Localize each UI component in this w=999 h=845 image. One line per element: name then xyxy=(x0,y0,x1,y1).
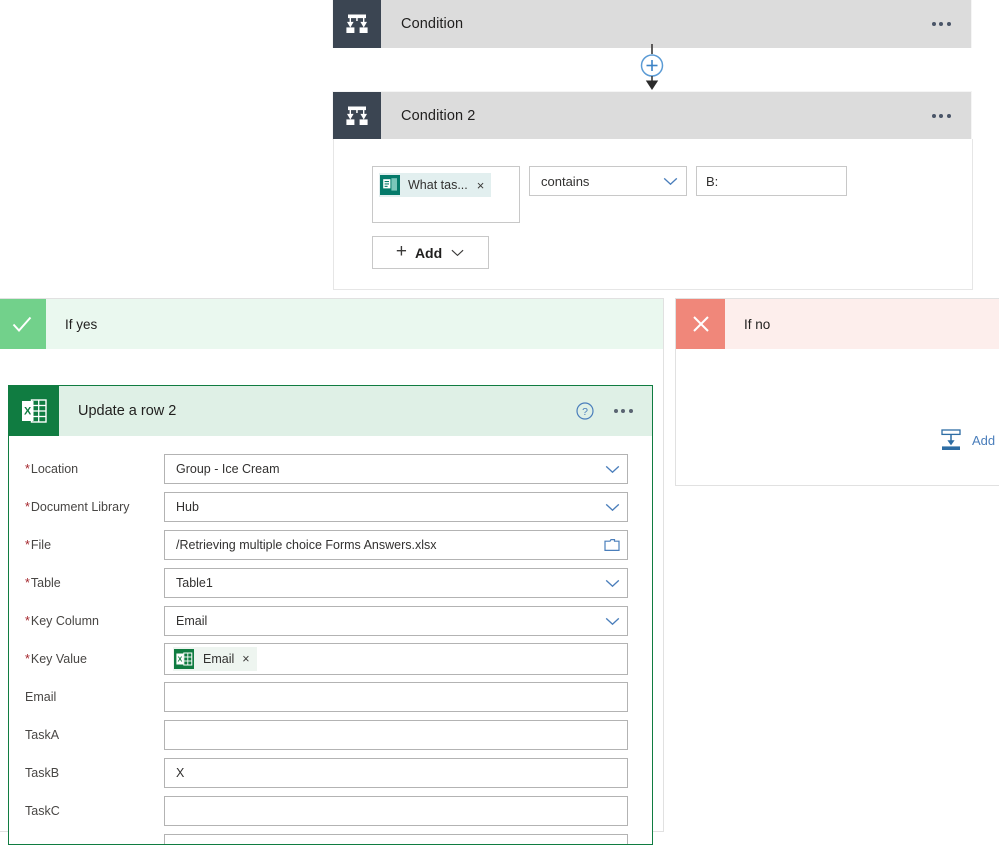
field-label-location: *Location xyxy=(25,462,79,476)
action-card-header[interactable]: X Update a row 2 ? xyxy=(9,386,652,436)
action-card-update-a-row[interactable]: X Update a row 2 ? *Location Group - Ice… xyxy=(8,385,653,845)
branch-if-yes-label: If yes xyxy=(65,316,98,332)
field-input-key-value[interactable]: X Email × xyxy=(164,643,628,675)
field-input-taskc[interactable] xyxy=(164,796,628,826)
field-row-key-value: *Key Value X Email × xyxy=(9,640,652,678)
field-input-taskb[interactable]: X xyxy=(164,758,628,788)
field-input-location[interactable]: Group - Ice Cream xyxy=(164,454,628,484)
field-label-document-library: *Document Library xyxy=(25,500,130,514)
field-value-file: /Retrieving multiple choice Forms Answer… xyxy=(176,538,437,552)
condition-branch-icon xyxy=(333,92,381,140)
add-an-action-icon xyxy=(941,429,961,450)
add-an-action-link[interactable]: Add a xyxy=(938,427,999,453)
chevron-down-icon xyxy=(663,177,678,185)
field-label-key-value: *Key Value xyxy=(25,652,87,666)
field-value-document-library: Hub xyxy=(176,500,199,514)
condition-branch-icon xyxy=(333,0,381,48)
condition-1-menu-button[interactable] xyxy=(919,0,963,48)
field-label-taskc: TaskC xyxy=(25,804,60,818)
field-label-email: Email xyxy=(25,690,57,704)
condition-operator-dropdown[interactable]: contains xyxy=(529,166,687,196)
checkmark-icon xyxy=(0,299,46,349)
excel-icon: X xyxy=(173,648,195,670)
add-condition-button[interactable]: + Add xyxy=(372,236,489,269)
field-input-file[interactable]: /Retrieving multiple choice Forms Answer… xyxy=(164,530,628,560)
field-row-location: *Location Group - Ice Cream xyxy=(9,450,652,488)
field-value-key-column: Email xyxy=(176,614,208,628)
excel-icon: X xyxy=(9,386,59,436)
field-input-taska[interactable] xyxy=(164,720,628,750)
branch-if-no-label: If no xyxy=(744,316,771,332)
field-value-taskb: X xyxy=(176,766,185,780)
chevron-down-icon xyxy=(605,617,620,625)
condition-right-operand-input[interactable]: B: xyxy=(696,166,847,196)
branch-if-no: If no xyxy=(675,298,999,486)
field-row-taskb: TaskB X xyxy=(9,754,652,792)
field-row-file: *File /Retrieving multiple choice Forms … xyxy=(9,526,652,564)
field-row-document-library: *Document Library Hub xyxy=(9,488,652,526)
token-label: What tas... xyxy=(408,178,468,192)
condition-2-row: What tas... × contains B: xyxy=(372,166,847,223)
field-value-location: Group - Ice Cream xyxy=(176,462,280,476)
condition-1-header[interactable]: Condition xyxy=(333,0,971,48)
chevron-down-icon xyxy=(605,503,620,511)
condition-1-title: Condition xyxy=(401,16,464,32)
field-input-document-library[interactable]: Hub xyxy=(164,492,628,522)
folder-icon[interactable] xyxy=(604,538,620,552)
branch-if-yes-header[interactable]: If yes xyxy=(0,299,663,349)
dynamic-content-token[interactable]: What tas... × xyxy=(379,173,492,197)
field-row-email: Email xyxy=(9,678,652,716)
field-row-next-partial xyxy=(9,830,652,844)
dynamic-content-token[interactable]: X Email × xyxy=(173,647,257,671)
branch-if-no-header[interactable]: If no xyxy=(676,299,999,349)
field-input-table[interactable]: Table1 xyxy=(164,568,628,598)
microsoft-forms-icon xyxy=(379,174,401,196)
field-input-email[interactable] xyxy=(164,682,628,712)
field-row-table: *Table Table1 xyxy=(9,564,652,602)
field-label-key-column: *Key Column xyxy=(25,614,99,628)
field-row-taska: TaskA xyxy=(9,716,652,754)
add-condition-label: Add xyxy=(414,244,443,261)
condition-2-title: Condition 2 xyxy=(401,108,476,124)
svg-text:?: ? xyxy=(582,406,588,418)
chevron-down-icon xyxy=(605,465,620,473)
field-row-key-column: *Key Column Email xyxy=(9,602,652,640)
chevron-down-icon xyxy=(605,579,620,587)
field-label-taskb: TaskB xyxy=(25,766,60,780)
token-remove-button[interactable]: × xyxy=(242,652,249,666)
chevron-down-icon xyxy=(451,249,464,256)
condition-right-operand-value: B: xyxy=(706,173,719,189)
svg-text:X: X xyxy=(178,657,183,664)
condition-2-menu-button[interactable] xyxy=(919,92,963,140)
field-input-next-partial[interactable] xyxy=(164,834,628,844)
plus-icon: + xyxy=(395,241,407,262)
condition-left-operand-field[interactable]: What tas... × xyxy=(372,166,520,223)
flow-connector-1[interactable] xyxy=(628,44,676,92)
condition-card-1[interactable]: Condition xyxy=(333,0,971,48)
field-value-table: Table1 xyxy=(176,576,213,590)
action-card-menu-button[interactable] xyxy=(606,396,640,426)
field-label-taska: TaskA xyxy=(25,728,60,742)
field-input-key-column[interactable]: Email xyxy=(164,606,628,636)
action-card-title: Update a row 2 xyxy=(78,403,177,419)
insert-new-step-plus-icon[interactable] xyxy=(628,44,676,92)
condition-card-2[interactable]: Condition 2 xyxy=(333,92,971,140)
field-label-table: *Table xyxy=(25,576,61,590)
condition-2-header[interactable]: Condition 2 xyxy=(333,92,971,140)
condition-operator-value: contains xyxy=(541,173,590,189)
field-row-taskc: TaskC xyxy=(9,792,652,830)
add-an-action-label: Add a xyxy=(972,432,999,448)
field-label-file: *File xyxy=(25,538,52,552)
token-remove-button[interactable]: × xyxy=(477,179,485,192)
close-x-icon xyxy=(676,299,725,349)
action-card-fields: *Location Group - Ice Cream *Document Li… xyxy=(9,436,652,844)
help-icon[interactable]: ? xyxy=(572,398,598,424)
token-label: Email xyxy=(203,652,235,666)
